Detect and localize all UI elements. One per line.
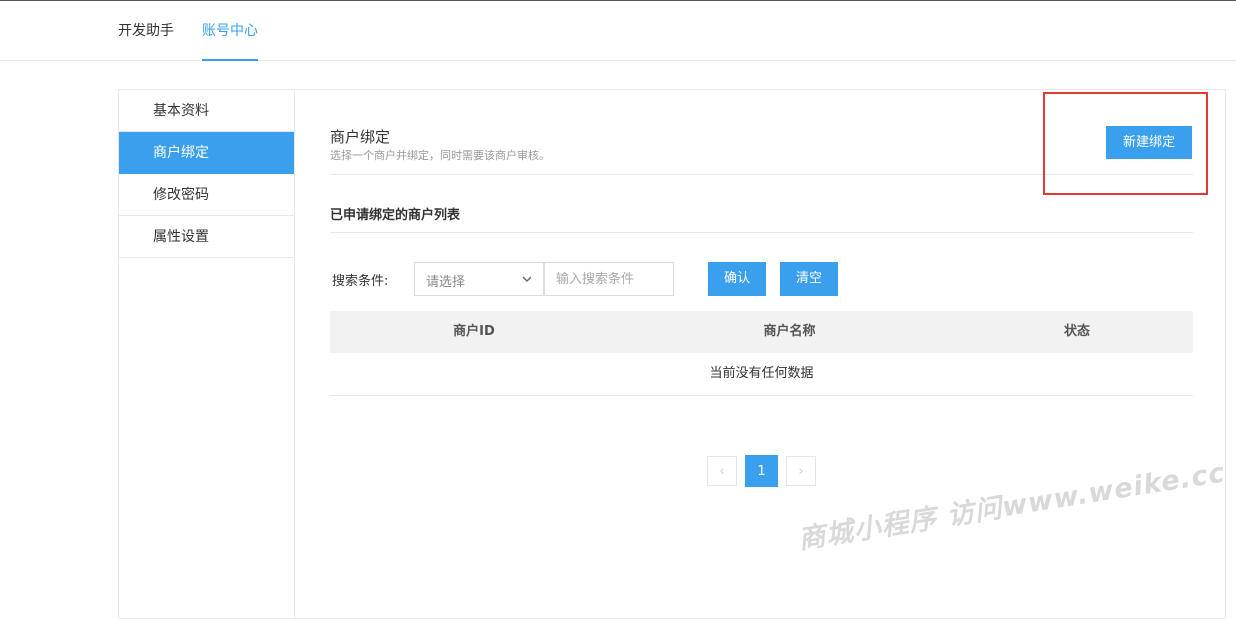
column-status: 状态 [1063, 324, 1090, 339]
red-highlight-box [1043, 92, 1208, 195]
sidebar: 基本资料 商户绑定 修改密码 属性设置 [119, 90, 295, 618]
merchant-table: 商户ID 商户名称 状态 当前没有任何数据 [330, 311, 1193, 396]
divider [330, 232, 1193, 233]
next-page-button[interactable]: › [786, 456, 816, 486]
column-merchant-id: 商户ID [453, 324, 495, 339]
top-navigation: 开发助手 账号中心 [0, 1, 1236, 61]
section-title: 商户绑定 [330, 128, 391, 146]
select-placeholder: 请选择 [426, 275, 466, 290]
search-label: 搜索条件: [332, 274, 389, 289]
prev-page-button[interactable]: ‹ [707, 456, 737, 486]
search-condition-select[interactable]: 请选择 [414, 262, 544, 296]
chevron-down-icon [522, 276, 532, 282]
table-empty-row: 当前没有任何数据 [330, 353, 1193, 396]
list-title: 已申请绑定的商户列表 [330, 208, 461, 223]
sidebar-item-basic-info[interactable]: 基本资料 [119, 90, 294, 132]
sidebar-item-merchant-binding[interactable]: 商户绑定 [119, 132, 294, 174]
search-input[interactable] [544, 262, 674, 296]
page-number-current[interactable]: 1 [745, 455, 778, 487]
column-merchant-name: 商户名称 [763, 324, 816, 339]
sidebar-item-attribute-settings[interactable]: 属性设置 [119, 216, 294, 258]
section-description: 选择一个商户并绑定，同时需要该商户审核。 [330, 149, 550, 162]
tab-dev-assistant[interactable]: 开发助手 [118, 1, 174, 60]
table-header: 商户ID 商户名称 状态 [330, 311, 1193, 353]
confirm-button[interactable]: 确认 [708, 262, 766, 296]
tab-account-center[interactable]: 账号中心 [202, 1, 258, 61]
sidebar-item-change-password[interactable]: 修改密码 [119, 174, 294, 216]
clear-button[interactable]: 清空 [780, 262, 838, 296]
